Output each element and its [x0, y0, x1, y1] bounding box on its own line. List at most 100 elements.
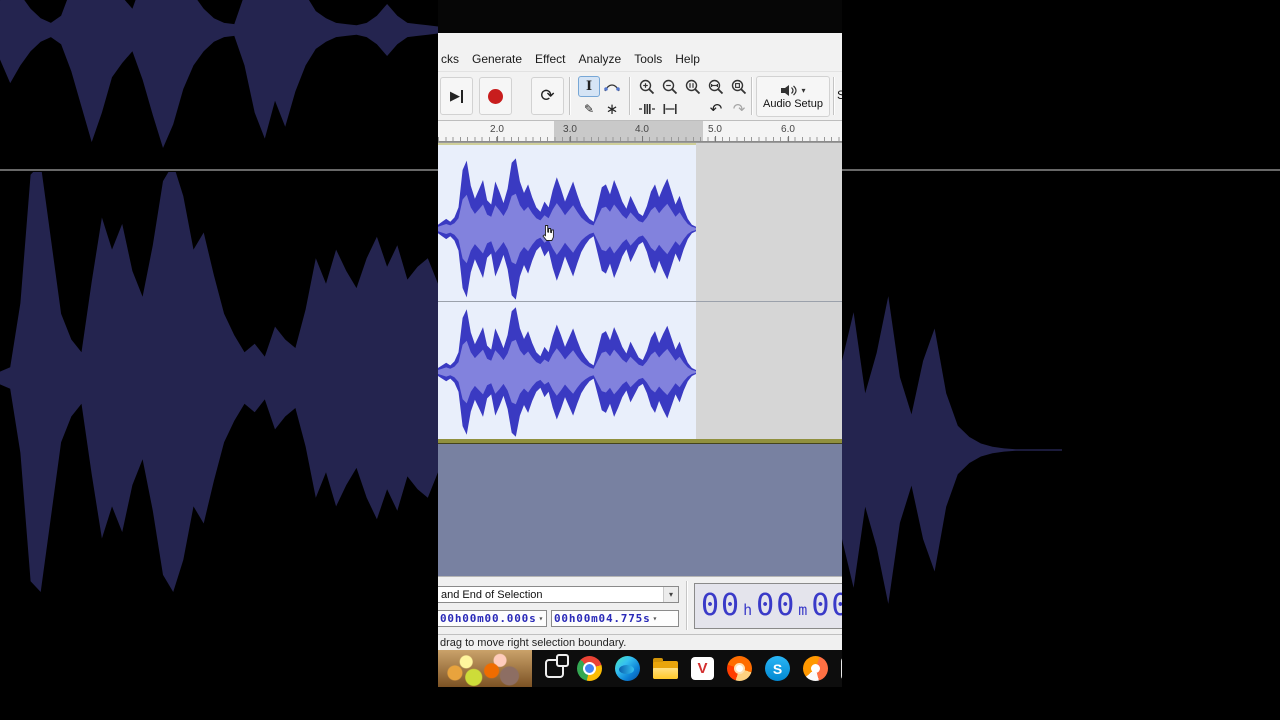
ruler-tick-5.0: 5.0 — [708, 124, 722, 142]
big-time-display[interactable]: 00h00m00 — [694, 583, 842, 629]
zoom-toggle-icon — [731, 79, 747, 94]
end-bar-icon — [461, 89, 463, 103]
ruler-tick-4.0: 4.0 — [635, 124, 649, 142]
bg-track-divider-line — [842, 169, 1280, 171]
end-field-caret-icon: ▾ — [652, 614, 658, 623]
taskbar-icon-app-swirl[interactable] — [803, 656, 828, 681]
toolbar-separator — [833, 77, 835, 115]
toolbar-separator — [629, 77, 631, 115]
silence-audio-button[interactable] — [659, 98, 681, 119]
start-field-caret-icon: ▾ — [538, 614, 544, 623]
menu-item-tools[interactable]: Tools — [634, 52, 662, 66]
selection-tool-button[interactable]: I — [578, 76, 600, 97]
undo-icon: ↶ — [709, 100, 723, 118]
audacity-window: cks Generate Effect Analyze Tools Help ▶ ⟳ I … — [438, 0, 842, 720]
loop-button[interactable]: ⟳ — [531, 77, 564, 115]
zoom-in-icon — [639, 79, 655, 94]
stereo-waveform — [438, 158, 696, 437]
taskbar-icon-task-view[interactable] — [545, 654, 569, 678]
multi-tool-icon: ∗ — [605, 100, 619, 118]
zoom-out-icon — [662, 79, 678, 94]
bg-track-divider-line — [0, 169, 438, 171]
timeline-ruler[interactable]: 2.0 3.0 4.0 5.0 6.0 — [438, 121, 842, 142]
big-time-digits: 00 — [701, 588, 742, 623]
share-audio-button-partial[interactable]: S — [837, 88, 842, 102]
ruler-tick-6.0: 6.0 — [781, 124, 795, 142]
track-area — [438, 142, 842, 444]
taskbar-icon-skype[interactable]: S — [765, 656, 790, 681]
taskbar: VS — [438, 650, 842, 687]
zoom-fit-selection-button[interactable] — [682, 76, 704, 97]
zoom-fit-project-button[interactable] — [705, 76, 727, 97]
video-letterbox-bottom — [438, 687, 842, 720]
taskbar-icon-file-explorer[interactable] — [653, 658, 678, 679]
taskbar-icon-browser-orange[interactable] — [727, 656, 752, 681]
selection-toolbar: and End of Selection ▾ 00h00m00.000s ▾ 0… — [438, 576, 842, 634]
record-button[interactable] — [479, 77, 512, 115]
envelope-tool-button[interactable] — [601, 76, 623, 97]
background-waveform-left — [0, 0, 438, 720]
hand-cursor-icon — [542, 225, 554, 241]
status-message: drag to move right selection boundary. — [440, 636, 627, 649]
video-frame: cks Generate Effect Analyze Tools Help ▶ ⟳ I … — [0, 0, 1280, 720]
zoom-toggle-button[interactable] — [728, 76, 750, 97]
menu-item-cks[interactable]: cks — [441, 52, 459, 66]
channel-divider — [438, 301, 842, 302]
audio-setup-button[interactable]: ▾ Audio Setup — [756, 76, 830, 117]
loop-icon: ⟳ — [540, 86, 555, 105]
bg-waveform-main — [0, 172, 438, 592]
trim-audio-button[interactable] — [636, 98, 658, 119]
pencil-icon: ✎ — [583, 101, 595, 116]
taskbar-icon-partial-icon[interactable] — [841, 657, 842, 680]
selection-toolbar-separator — [686, 581, 688, 630]
play-to-end-button[interactable]: ▶ — [440, 77, 473, 115]
status-bar: drag to move right selection boundary. — [438, 634, 842, 650]
silence-audio-icon — [663, 103, 677, 114]
redo-button[interactable]: ↷ — [728, 98, 750, 119]
toolbar-separator — [751, 77, 753, 115]
envelope-icon — [604, 83, 620, 91]
bg-waveform-top — [0, 0, 438, 148]
selection-mode-label: and End of Selection — [441, 588, 543, 601]
main-toolbar: ▶ ⟳ I ✎ ∗ ↶ ↷ ▾ Audio Setup S — [438, 72, 842, 121]
zoom-in-button[interactable] — [636, 76, 658, 97]
ibeam-icon: I — [585, 79, 593, 94]
toolbar-separator — [569, 77, 571, 115]
selection-end-field[interactable]: 00h00m04.775s ▾ — [551, 610, 679, 627]
ruler-tick-3.0: 3.0 — [563, 124, 577, 142]
draw-tool-button[interactable]: ✎ — [578, 98, 600, 119]
ruler-minor-ticks — [438, 137, 842, 141]
menubar: cks Generate Effect Analyze Tools Help — [438, 33, 842, 72]
menu-item-analyze[interactable]: Analyze — [579, 52, 622, 66]
speaker-icon — [781, 84, 798, 96]
menu-item-help[interactable]: Help — [675, 52, 700, 66]
taskbar-icon-thumbnail-image[interactable] — [438, 650, 532, 687]
dropdown-caret-icon: ▾ — [663, 587, 678, 602]
selection-end-value: 00h00m04.775s — [554, 612, 651, 625]
taskbar-icon-v-app[interactable]: V — [691, 657, 714, 680]
record-icon — [488, 88, 503, 104]
redo-icon: ↷ — [732, 100, 746, 118]
zoom-fit-project-icon — [708, 79, 724, 94]
selection-start-field[interactable]: 00h00m00.000s ▾ — [438, 610, 547, 627]
bg-waveform-right-cluster — [842, 296, 1062, 604]
selection-start-value: 00h00m00.000s — [440, 612, 537, 625]
taskbar-icon-chrome[interactable] — [577, 656, 602, 681]
video-letterbox-top — [438, 0, 842, 33]
zoom-fit-selection-icon — [685, 79, 701, 94]
multi-tool-button[interactable]: ∗ — [601, 98, 623, 119]
background-waveform-right — [842, 0, 1280, 720]
selection-mode-dropdown[interactable]: and End of Selection ▾ — [438, 586, 679, 603]
audio-setup-label: Audio Setup — [763, 97, 823, 110]
taskbar-icon-edge[interactable] — [615, 656, 640, 681]
ruler-tick-2.0: 2.0 — [490, 124, 504, 142]
big-time-digits: 00 — [811, 588, 842, 623]
big-time-unit: h — [743, 601, 753, 619]
tracks-backdrop — [438, 444, 842, 576]
undo-button[interactable]: ↶ — [705, 98, 727, 119]
zoom-out-button[interactable] — [659, 76, 681, 97]
menu-item-generate[interactable]: Generate — [472, 52, 522, 66]
audio-setup-caret-icon: ▾ — [801, 85, 806, 95]
menu-item-effect[interactable]: Effect — [535, 52, 565, 66]
big-time-unit: m — [798, 601, 808, 619]
